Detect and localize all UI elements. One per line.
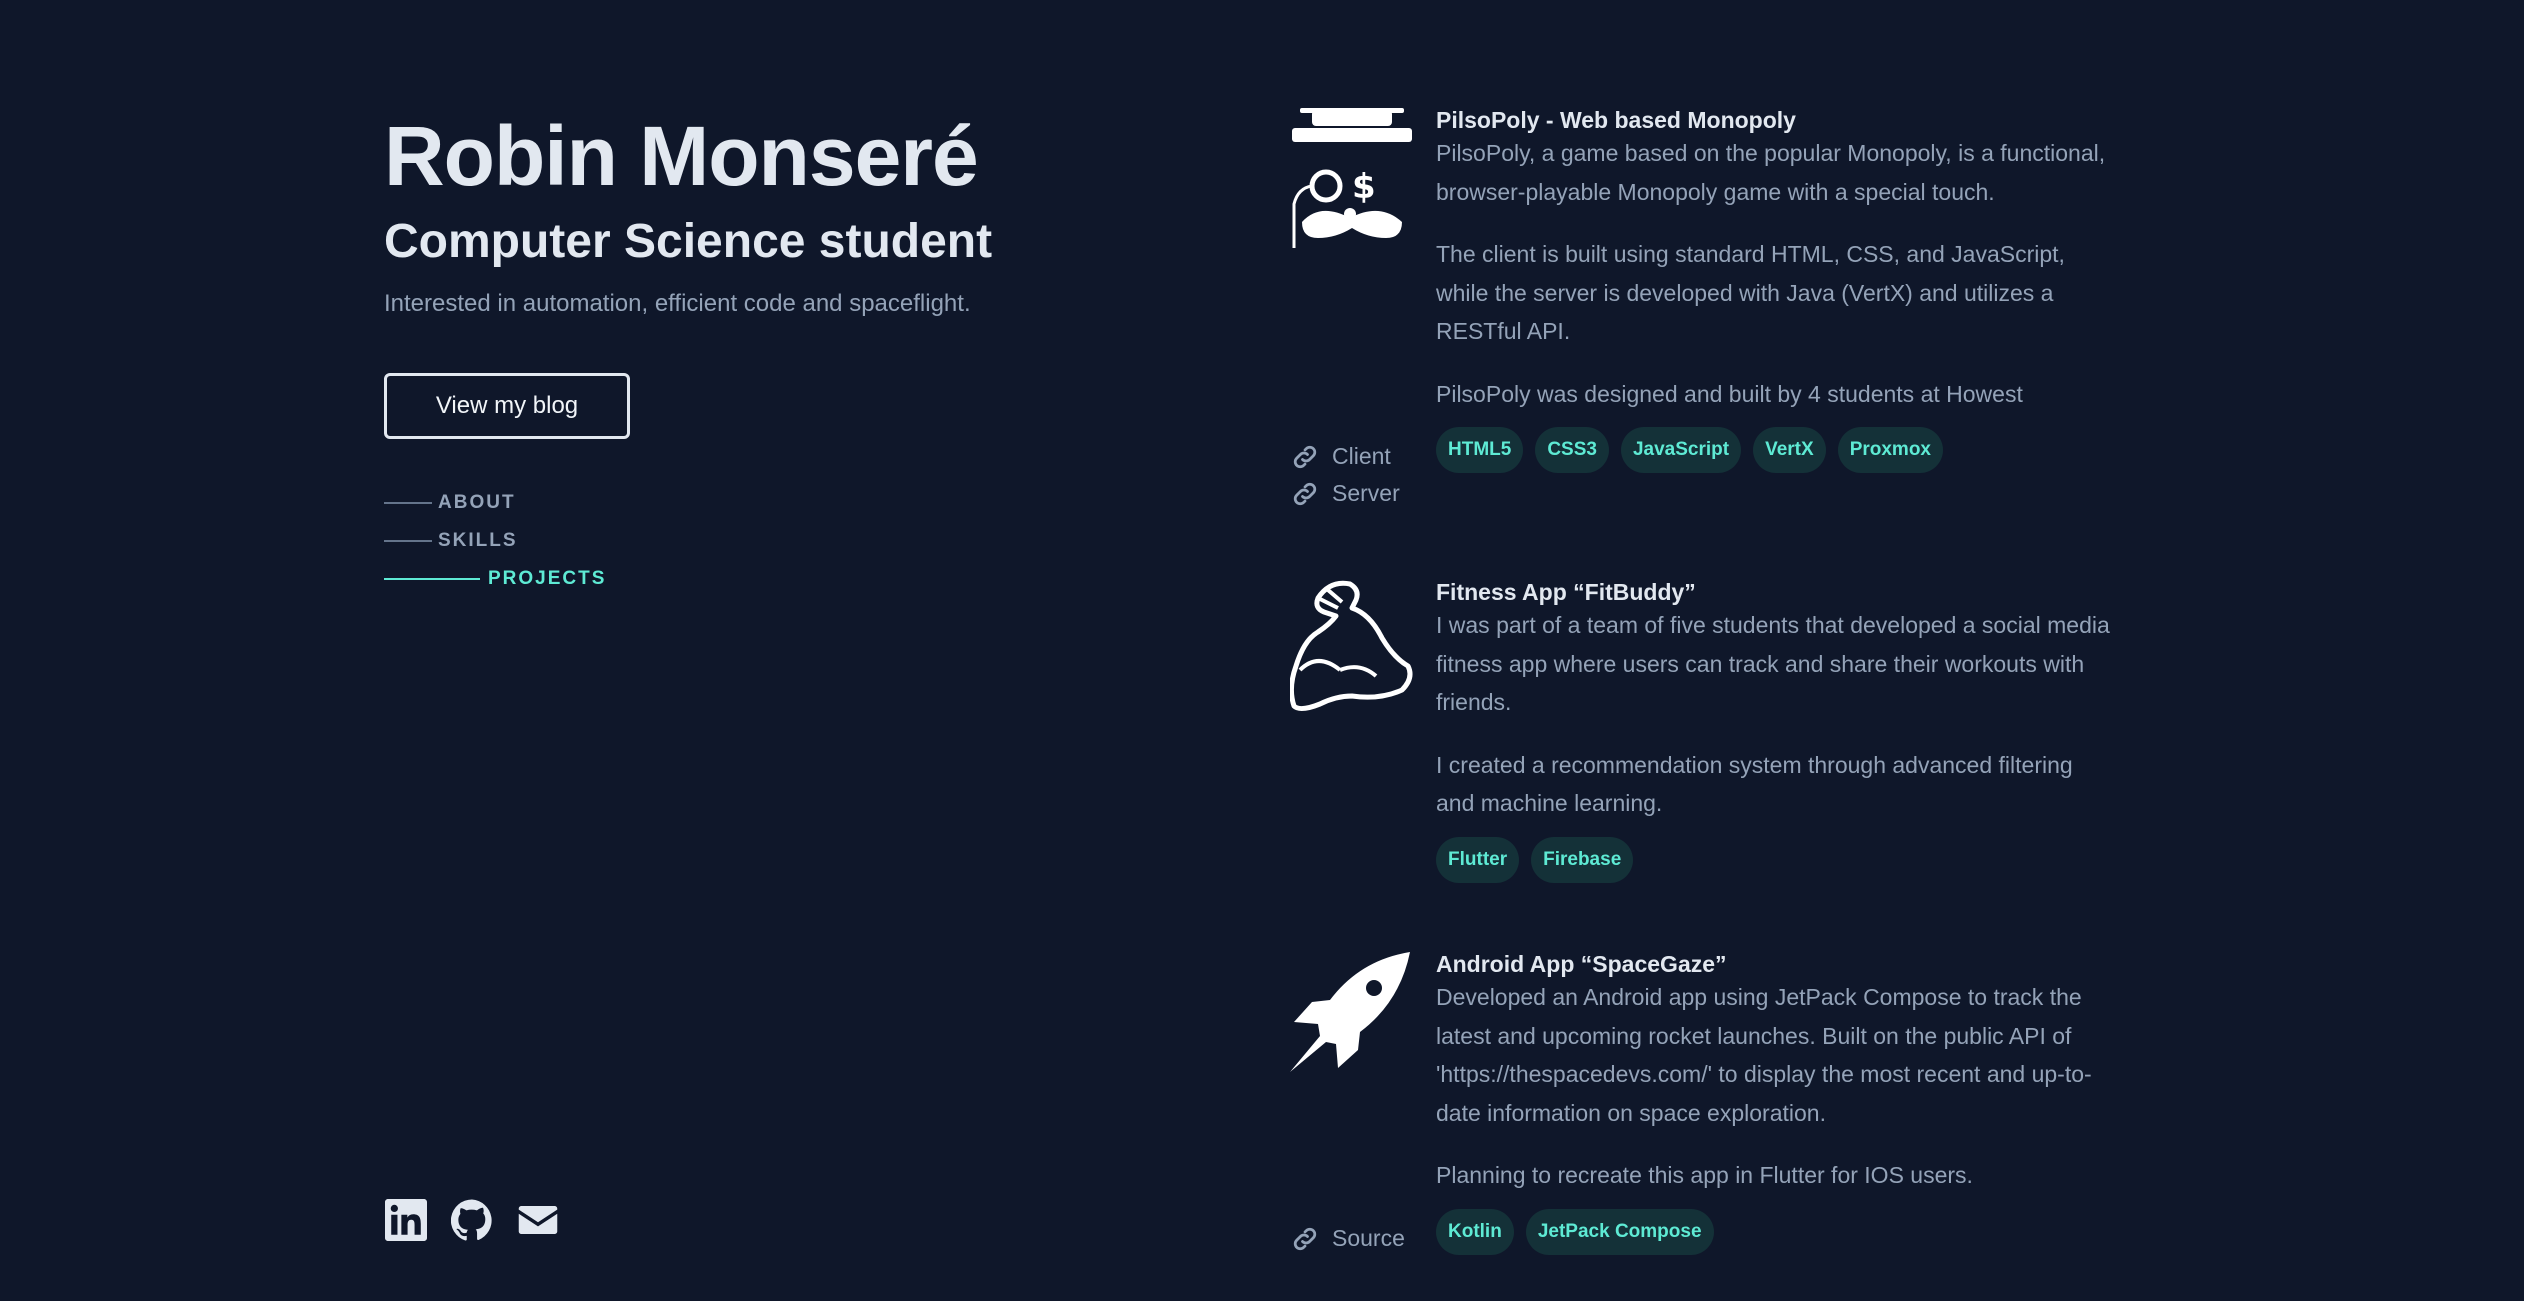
project-description: PilsoPoly was designed and built by 4 st… bbox=[1436, 380, 2023, 407]
nav-label: SKILLS bbox=[438, 530, 518, 551]
project-body: Android App “SpaceGaze” Developed an And… bbox=[1436, 950, 2110, 1255]
tech-tags: HTML5 CSS3 JavaScript VertX Proxmox bbox=[1436, 427, 2110, 473]
server-link[interactable]: Server bbox=[1290, 475, 1400, 512]
client-link[interactable]: Client bbox=[1290, 438, 1400, 475]
github-icon[interactable] bbox=[450, 1198, 494, 1242]
link-label: Server bbox=[1332, 480, 1400, 506]
profile-tagline: Interested in automation, efficient code… bbox=[384, 290, 971, 317]
project-description: PilsoPoly, a game based on the popular M… bbox=[1436, 140, 2106, 205]
profile-name: Robin Monseré bbox=[384, 109, 979, 203]
link-label: Source bbox=[1332, 1225, 1405, 1251]
project-links: Source bbox=[1290, 1220, 1405, 1257]
mail-icon[interactable] bbox=[516, 1198, 560, 1242]
project-title[interactable]: PilsoPoly - Web based Monopoly bbox=[1436, 106, 2110, 134]
monopoly-man-icon: $ bbox=[1290, 106, 1414, 256]
section-nav: ABOUT SKILLS PROJECTS bbox=[384, 484, 606, 598]
project-title[interactable]: Fitness App “FitBuddy” bbox=[1436, 578, 2110, 606]
nav-indicator bbox=[384, 502, 432, 504]
tech-tags: Kotlin JetPack Compose bbox=[1436, 1208, 2110, 1255]
tech-tag: Flutter bbox=[1436, 836, 1520, 883]
link-label: Client bbox=[1332, 443, 1391, 469]
project-title[interactable]: Android App “SpaceGaze” bbox=[1436, 950, 2110, 978]
tech-tag: HTML5 bbox=[1436, 427, 1524, 473]
nav-label: PROJECTS bbox=[488, 568, 607, 589]
link-icon bbox=[1293, 1227, 1317, 1250]
nav-indicator bbox=[384, 578, 480, 580]
link-icon bbox=[1293, 482, 1317, 505]
project-description: Planning to recreate this app in Flutter… bbox=[1436, 1162, 1973, 1188]
nav-item-skills[interactable]: SKILLS bbox=[384, 522, 606, 560]
project-description: I was part of a team of five students th… bbox=[1436, 612, 2110, 715]
nav-label: ABOUT bbox=[438, 492, 516, 513]
tech-tag: Proxmox bbox=[1837, 427, 1943, 473]
project-description: I created a recommendation system throug… bbox=[1436, 751, 2073, 817]
tech-tag: Kotlin bbox=[1436, 1208, 1514, 1255]
link-icon bbox=[1293, 445, 1317, 468]
tech-tags: Flutter Firebase bbox=[1436, 836, 2110, 883]
tech-tag: JetPack Compose bbox=[1525, 1208, 1714, 1255]
flexed-bicep-icon bbox=[1288, 578, 1414, 728]
project-links: Client Server bbox=[1290, 438, 1400, 512]
profile-role: Computer Science student bbox=[384, 215, 993, 268]
tech-tag: CSS3 bbox=[1535, 427, 1609, 473]
linkedin-icon[interactable] bbox=[384, 1198, 428, 1242]
tech-tag: VertX bbox=[1753, 427, 1826, 473]
tech-tag: JavaScript bbox=[1620, 427, 1742, 473]
svg-text:$: $ bbox=[1352, 167, 1376, 207]
project-body: PilsoPoly - Web based Monopoly PilsoPoly… bbox=[1436, 106, 2110, 473]
nav-item-projects[interactable]: PROJECTS bbox=[384, 560, 606, 598]
nav-indicator bbox=[384, 540, 432, 542]
rocket-icon bbox=[1290, 950, 1414, 1100]
nav-item-about[interactable]: ABOUT bbox=[384, 484, 606, 522]
project-description: Developed an Android app using JetPack C… bbox=[1436, 984, 2092, 1126]
project-body: Fitness App “FitBuddy” I was part of a t… bbox=[1436, 578, 2110, 883]
view-blog-button[interactable]: View my blog bbox=[384, 373, 630, 439]
social-links bbox=[384, 1198, 560, 1242]
page: Robin Monseré Computer Science student I… bbox=[0, 0, 2524, 1301]
tech-tag: Firebase bbox=[1531, 836, 1634, 883]
project-description: The client is built using standard HTML,… bbox=[1436, 241, 2065, 344]
profile-header: Robin Monseré Computer Science student I… bbox=[384, 0, 1084, 1301]
source-link[interactable]: Source bbox=[1290, 1220, 1405, 1257]
